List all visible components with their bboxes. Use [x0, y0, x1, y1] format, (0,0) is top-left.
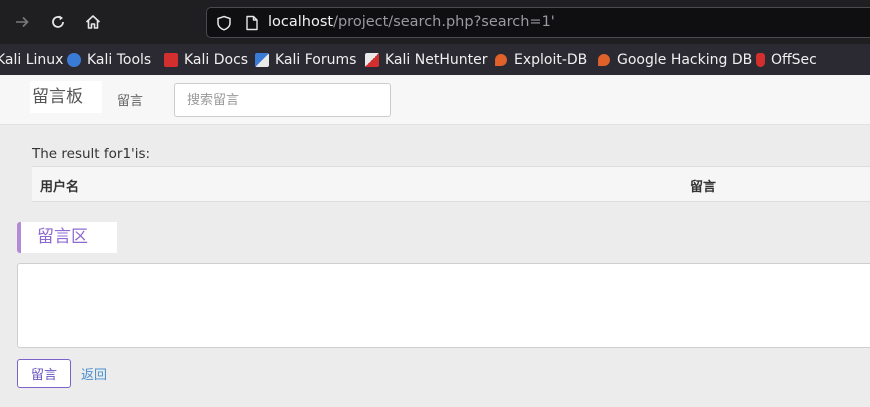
kali-forums-icon: [255, 53, 269, 67]
site-brand[interactable]: 留言板: [30, 81, 102, 113]
bookmark-google-hacking-db[interactable]: Google Hacking DB: [597, 50, 752, 70]
kali-tools-icon: [67, 53, 81, 67]
shield-icon[interactable]: [215, 14, 233, 32]
url-text[interactable]: localhost/project/search.php?search=1': [268, 14, 555, 30]
reload-icon[interactable]: [46, 10, 70, 34]
bookmark-kali-forums[interactable]: Kali Forums: [255, 50, 356, 70]
site-navbar: 留言板 留言: [0, 75, 870, 125]
column-username: 用户名: [40, 180, 80, 195]
exploit-db-icon: [495, 54, 507, 66]
submit-comment-button[interactable]: 留言: [17, 359, 71, 388]
kali-docs-icon: [164, 53, 178, 67]
nav-link-messages[interactable]: 留言: [117, 90, 143, 109]
search-input[interactable]: [174, 83, 391, 117]
bookmark-offsec[interactable]: OffSec: [756, 50, 817, 70]
bookmark-kali-tools[interactable]: Kali Tools: [67, 50, 151, 70]
forward-arrow-icon[interactable]: [10, 10, 34, 34]
page-icon: [243, 14, 261, 32]
bookmark-exploit-db[interactable]: Exploit-DB: [494, 50, 587, 70]
comment-textarea[interactable]: [17, 263, 870, 348]
bookmarks-bar: Kali Linux Kali Tools Kali Docs Kali For…: [0, 44, 870, 75]
search-result-text: The result for1'is:: [32, 146, 151, 162]
back-link[interactable]: 返回: [81, 364, 107, 383]
kali-nethunter-icon: [365, 53, 379, 67]
browser-toolbar: localhost/project/search.php?search=1': [0, 0, 870, 44]
bookmark-kali-nethunter[interactable]: Kali NetHunter: [365, 50, 487, 70]
column-message: 留言: [690, 180, 717, 195]
google-hacking-db-icon: [598, 54, 610, 66]
comment-section-title: 留言区: [17, 222, 117, 253]
results-table-header: 用户名 留言: [32, 166, 870, 202]
page-content: 留言板 留言 The result for1'is: 用户名 留言 留言区 留言…: [0, 75, 870, 407]
offsec-icon: [756, 53, 765, 67]
url-bar[interactable]: localhost/project/search.php?search=1': [206, 7, 870, 38]
bookmark-kali-linux[interactable]: Kali Linux: [0, 50, 63, 70]
bookmark-kali-docs[interactable]: Kali Docs: [164, 50, 248, 70]
home-icon[interactable]: [81, 10, 105, 34]
